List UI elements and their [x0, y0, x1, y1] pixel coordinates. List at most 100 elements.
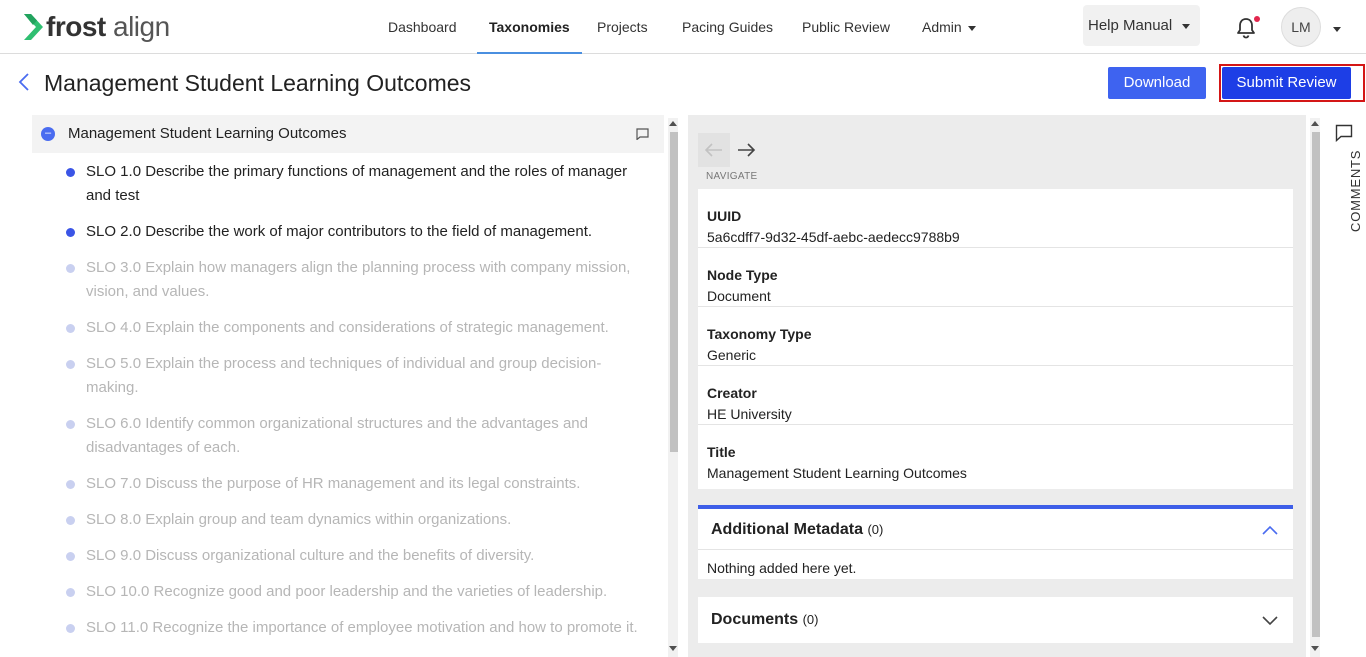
help-manual-dropdown[interactable]: Help Manual — [1083, 5, 1200, 46]
nav-admin-dropdown[interactable]: Admin — [922, 0, 976, 54]
scroll-down-icon[interactable] — [669, 646, 677, 651]
nav-taxonomies[interactable]: Taxonomies — [477, 0, 582, 54]
back-arrow-icon[interactable] — [17, 72, 33, 92]
nav-public-review[interactable]: Public Review — [802, 0, 890, 54]
tree-root-node[interactable]: – Management Student Learning Outcomes — [32, 115, 664, 153]
nav-admin-label: Admin — [922, 19, 962, 35]
node-bullet-icon — [66, 420, 75, 429]
tree-item-text: SLO 11.0 Recognize the importance of emp… — [86, 619, 638, 636]
comment-bubble-icon — [1335, 124, 1353, 142]
user-avatar[interactable]: LM — [1281, 7, 1321, 47]
page-title: Management Student Learning Outcomes — [44, 70, 472, 96]
tree-item[interactable]: SLO 8.0 Explain group and team dynamics … — [66, 508, 646, 532]
tree-item-text: SLO 6.0 Identify common organizational s… — [86, 415, 588, 456]
detail-value: HE University — [707, 406, 792, 422]
node-bullet-icon — [66, 228, 75, 237]
tree-scrollbar[interactable] — [668, 118, 678, 657]
detail-value: 5a6cdff7-9d32-45df-aebc-aedecc9788b9 — [707, 229, 960, 245]
comments-toggle[interactable]: COMMENTS — [1332, 122, 1363, 242]
logo-chevron-icon — [24, 14, 43, 40]
node-bullet-icon — [66, 264, 75, 273]
detail-value: Document — [707, 288, 771, 304]
tree-item[interactable]: SLO 9.0 Discuss organizational culture a… — [66, 544, 646, 568]
arrow-right-icon — [738, 143, 756, 157]
node-bullet-icon — [66, 588, 75, 597]
download-button[interactable]: Download — [1108, 67, 1206, 99]
tree-item[interactable]: SLO 10.0 Recognize good and poor leaders… — [66, 580, 646, 604]
detail-value: Management Student Learning Outcomes — [707, 465, 967, 481]
additional-metadata-count: (0) — [867, 522, 884, 537]
documents-card[interactable]: Documents (0) — [698, 597, 1293, 643]
tree-item-text: SLO 3.0 Explain how managers align the p… — [86, 259, 631, 300]
brand-name-bold: frost — [46, 11, 106, 42]
navigate-label: NAVIGATE — [706, 171, 758, 182]
submit-review-button[interactable]: Submit Review — [1222, 67, 1351, 99]
documents-count: (0) — [802, 612, 819, 627]
chevron-up-icon[interactable] — [1262, 525, 1278, 535]
tree-item[interactable]: SLO 7.0 Discuss the purpose of HR manage… — [66, 472, 646, 496]
tree-item-text: SLO 8.0 Explain group and team dynamics … — [86, 511, 512, 528]
node-bullet-icon — [66, 624, 75, 633]
tree-item-text: SLO 7.0 Discuss the purpose of HR manage… — [86, 475, 581, 492]
chevron-down-icon[interactable] — [1262, 616, 1278, 626]
notification-badge — [1254, 16, 1260, 22]
tree-item[interactable]: SLO 6.0 Identify common organizational s… — [66, 412, 646, 460]
nav-pacing-guides[interactable]: Pacing Guides — [682, 0, 773, 54]
brand-name-light: align — [105, 11, 170, 42]
collapse-icon[interactable]: – — [41, 127, 55, 141]
detail-row-creator: Creator HE University — [698, 366, 1293, 425]
previous-node-button[interactable] — [698, 133, 730, 167]
comments-label: COMMENTS — [1348, 149, 1363, 232]
scroll-up-icon[interactable] — [669, 121, 677, 126]
taxonomy-tree: – Management Student Learning Outcomes S… — [32, 115, 664, 657]
scrollbar-thumb[interactable] — [670, 132, 678, 452]
node-bullet-icon — [66, 324, 75, 333]
detail-row-title: Title Management Student Learning Outcom… — [698, 425, 1293, 484]
detail-row-taxonomy-type: Taxonomy Type Generic — [698, 307, 1293, 366]
additional-metadata-title: Additional Metadata — [711, 521, 864, 538]
chevron-down-icon — [967, 25, 976, 31]
tree-root-label: Management Student Learning Outcomes — [68, 125, 347, 142]
comment-icon[interactable] — [636, 128, 649, 140]
scrollbar-thumb[interactable] — [1312, 132, 1320, 637]
help-manual-label: Help Manual — [1088, 17, 1173, 34]
detail-key: Taxonomy Type — [707, 326, 812, 342]
tree-item-text: SLO 2.0 Describe the work of major contr… — [86, 223, 593, 240]
detail-key: Title — [707, 444, 736, 460]
scroll-up-icon[interactable] — [1311, 121, 1319, 126]
tree-item[interactable]: SLO 1.0 Describe the primary functions o… — [66, 160, 646, 208]
documents-title: Documents — [711, 611, 799, 628]
tree-item-text: SLO 9.0 Discuss organizational culture a… — [86, 547, 535, 564]
tree-item[interactable]: SLO 3.0 Explain how managers align the p… — [66, 256, 646, 304]
node-bullet-icon — [66, 516, 75, 525]
node-bullet-icon — [66, 360, 75, 369]
node-details-card: UUID 5a6cdff7-9d32-45df-aebc-aedecc9788b… — [698, 189, 1293, 489]
nav-dashboard[interactable]: Dashboard — [388, 0, 457, 54]
detail-key: Node Type — [707, 267, 778, 283]
detail-row-uuid: UUID 5a6cdff7-9d32-45df-aebc-aedecc9788b… — [698, 189, 1293, 248]
scroll-down-icon[interactable] — [1311, 646, 1319, 651]
detail-row-node-type: Node Type Document — [698, 248, 1293, 307]
additional-metadata-header[interactable]: Additional Metadata (0) — [698, 509, 1293, 550]
nav-projects[interactable]: Projects — [597, 0, 648, 54]
detail-key: UUID — [707, 208, 742, 224]
detail-key: Creator — [707, 385, 757, 401]
tree-item[interactable]: SLO 2.0 Describe the work of major contr… — [66, 220, 646, 244]
node-bullet-icon — [66, 480, 75, 489]
detail-value: Generic — [707, 347, 757, 363]
frost-align-logo[interactable]: frost align — [22, 10, 170, 44]
chevron-down-icon[interactable] — [1333, 27, 1341, 32]
tree-item[interactable]: SLO 11.0 Recognize the importance of emp… — [66, 616, 646, 640]
empty-state-text: Nothing added here yet. — [707, 560, 857, 576]
tree-item[interactable]: SLO 5.0 Explain the process and techniqu… — [66, 352, 646, 400]
top-navigation-bar: frost align Dashboard Taxonomies Project… — [0, 0, 1366, 54]
tree-item[interactable]: SLO 4.0 Explain the components and consi… — [66, 316, 646, 340]
additional-metadata-card: Additional Metadata (0) Nothing added he… — [698, 505, 1293, 579]
details-scrollbar[interactable] — [1310, 118, 1320, 657]
next-node-button[interactable] — [730, 133, 762, 167]
node-bullet-icon — [66, 168, 75, 177]
tree-item-text: SLO 5.0 Explain the process and techniqu… — [86, 355, 602, 396]
tree-item-text: SLO 1.0 Describe the primary functions o… — [86, 163, 628, 204]
arrow-left-icon — [704, 143, 722, 157]
tree-item-text: SLO 4.0 Explain the components and consi… — [86, 319, 609, 336]
